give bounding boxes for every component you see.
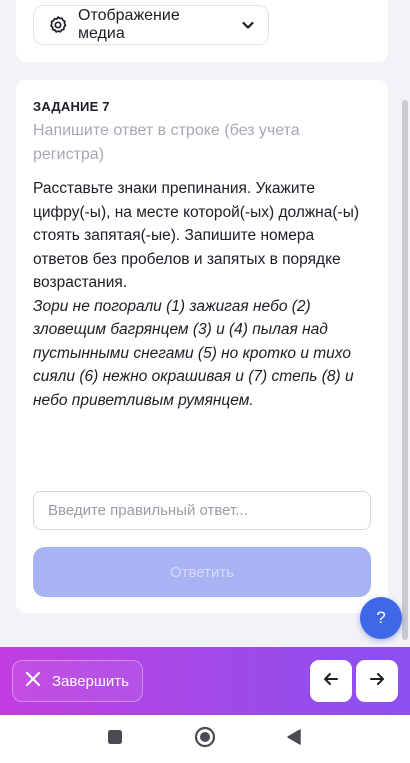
help-button[interactable]: ?: [360, 597, 402, 639]
task-number: ЗАДАНИЕ 7: [33, 99, 110, 114]
next-task-button[interactable]: [356, 660, 398, 702]
previous-task-button[interactable]: [310, 660, 352, 702]
back-button[interactable]: [282, 727, 306, 751]
chevron-down-icon: [240, 17, 256, 33]
bottom-toolbar: Завершить: [0, 647, 410, 715]
task-hint: Напишите ответ в строке (без учета регис…: [33, 122, 300, 163]
answer-input[interactable]: [33, 491, 371, 530]
task-card: ЗАДАНИЕ 7 Напишите ответ в строке (без у…: [16, 80, 388, 613]
scrollbar[interactable]: [402, 100, 408, 640]
close-icon: [24, 670, 42, 692]
media-display-button[interactable]: Отображение медиа: [33, 5, 269, 45]
finish-label: Завершить: [52, 672, 129, 690]
system-navigation-bar: [0, 715, 410, 763]
arrow-left-icon: [322, 670, 340, 693]
media-display-label: Отображение медиа: [78, 7, 180, 42]
triangle-back-icon: [285, 728, 303, 751]
media-panel: Отображение медиа: [16, 0, 388, 62]
home-button[interactable]: [193, 726, 217, 753]
gear-icon: [48, 15, 68, 35]
finish-button[interactable]: Завершить: [12, 660, 143, 702]
submit-button[interactable]: Ответить: [33, 547, 371, 597]
recents-button[interactable]: [103, 727, 127, 751]
task-instruction: Расставьте знаки препинания. Укажите циф…: [33, 180, 359, 291]
task-sentence: Зори не погорали (1) зажигая небо (2) зл…: [33, 297, 354, 409]
circle-icon: [194, 726, 216, 753]
arrow-right-icon: [368, 670, 386, 693]
square-icon: [107, 729, 123, 750]
